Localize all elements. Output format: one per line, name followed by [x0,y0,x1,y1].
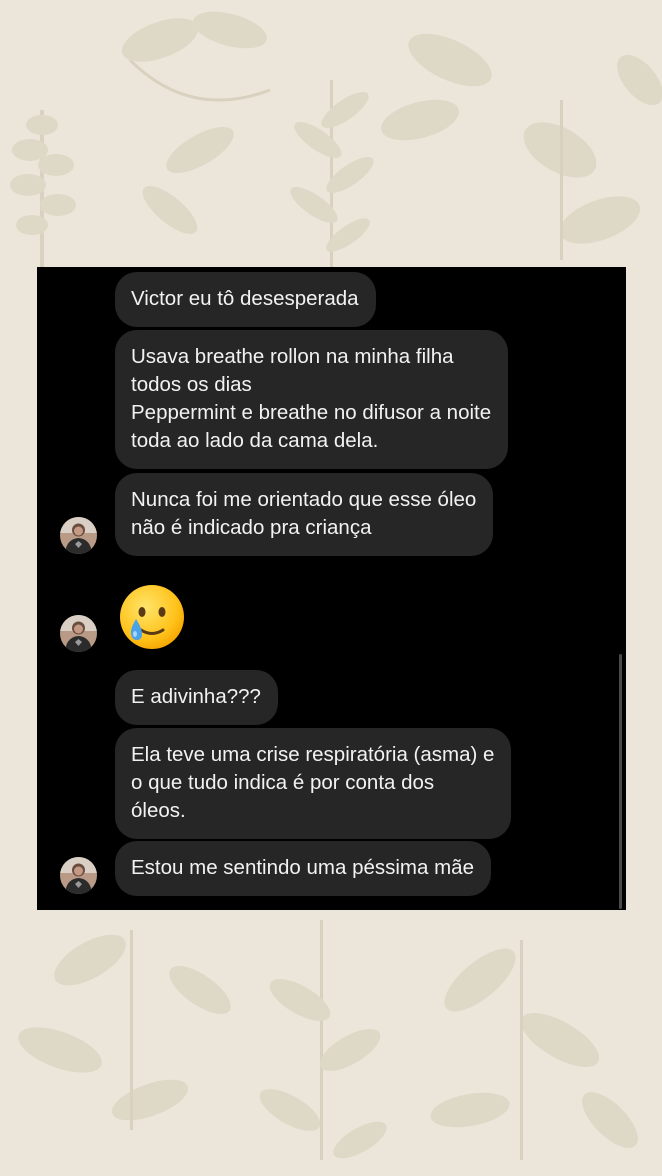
leaf-branch-bottom-icon [18,930,231,1130]
smiling-face-with-tear-icon[interactable] [117,582,187,652]
message-text: Ela teve uma crise respiratória (asma) e [131,743,495,766]
message-bubble[interactable]: E adivinha??? [115,670,278,725]
chat-conversation-panel[interactable]: Victor eu tô desesperada Usava breathe r… [37,267,626,910]
message-text: Usava breathe rollon na minha filha [131,345,454,368]
message-text: Estou me sentindo uma péssima mãe [131,856,474,879]
message-text: Peppermint e breathe no difusor a noite [131,401,492,424]
flower-sprig-bottom-icon [259,920,387,1160]
leaf-cluster-bottom-icon [430,940,638,1160]
message-text: óleos. [131,799,186,822]
message-text: Victor eu tô desesperada [131,287,359,310]
leaf-branch-icon [121,11,271,235]
message-bubble[interactable]: Estou me sentindo uma péssima mãe [115,841,491,896]
message-text: toda ao lado da cama dela. [131,429,379,452]
leaf-cluster-icon [381,33,662,260]
message-text: todos os dias [131,373,252,396]
message-bubble[interactable]: Nunca foi me orientado que esse óleo não… [115,473,494,556]
message-text: Nunca foi me orientado que esse óleo [131,488,477,511]
fern-sprig-icon [290,80,374,270]
contact-avatar-icon[interactable] [60,615,97,652]
scrollbar[interactable] [619,654,622,909]
message-text: o que tudo indica é por conta dos [131,771,435,794]
message-text: não é indicado pra criança [131,516,372,539]
contact-avatar-icon[interactable] [60,857,97,894]
message-bubble[interactable]: Victor eu tô desesperada [115,272,376,327]
contact-avatar-icon[interactable] [60,517,97,554]
message-bubble[interactable]: Usava breathe rollon na minha filha todo… [115,330,509,469]
message-text: E adivinha??? [131,685,261,708]
lavender-sprig-icon [10,110,76,270]
message-bubble[interactable]: Ela teve uma crise respiratória (asma) e… [115,728,512,839]
